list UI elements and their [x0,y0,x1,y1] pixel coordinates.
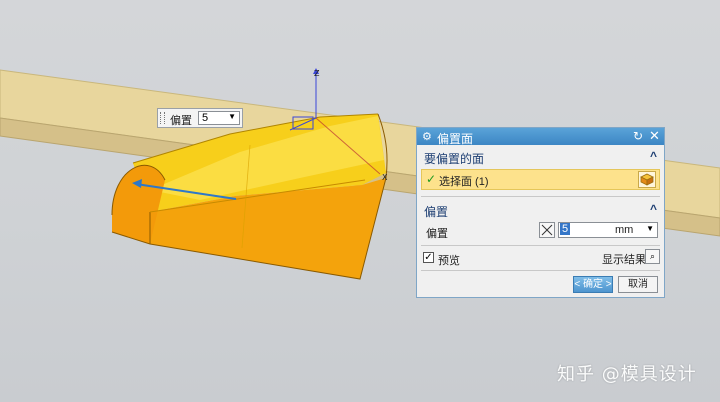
axis-z-label: Z [314,69,320,78]
section-faces-title: 要偏置的面 [424,152,485,166]
divider [421,196,660,197]
chevron-down-icon: ▼ [228,112,236,121]
checkmark-icon: ✓ [426,172,437,186]
offset-value: 5 [560,223,571,235]
dimension-options-icon[interactable] [539,222,555,238]
chevron-down-icon[interactable]: ▼ [646,224,654,233]
ok-button[interactable]: < 确定 > [573,276,613,293]
offset-label: 偏置 [426,228,448,240]
axis-x-label: X [382,173,388,182]
select-face-label: 选择面 (1) [439,176,489,188]
select-face-row[interactable]: ✓ 选择面 (1) [421,169,660,190]
section-offset-header[interactable]: 偏置 ^ [417,201,664,219]
floating-offset-label: 偏置 [170,115,192,127]
show-result-magnifier-icon[interactable]: ⌕ [645,249,660,264]
show-result-label: 显示结果 [602,254,646,266]
floating-offset-input: 偏置 5 ▼ [157,108,243,128]
close-icon[interactable]: ✕ [649,128,660,144]
watermark-text: 知乎 @模具设计 [557,364,697,385]
face-select-icon[interactable] [638,171,656,188]
chevron-up-icon[interactable]: ^ [650,202,657,216]
chevron-up-icon[interactable]: ^ [650,149,657,163]
divider [421,245,660,246]
dialog-title: 偏置面 [437,132,474,146]
cancel-button[interactable]: 取消 [618,276,658,293]
divider [421,270,660,271]
offset-face-dialog: ⚙ 偏置面 ↻ ✕ 要偏置的面 ^ ✓ 选择面 (1) 偏置 ^ 偏置 5 mm [416,127,665,298]
reset-icon[interactable]: ↻ [633,129,643,143]
floating-offset-value: 5 [202,112,209,124]
section-faces-header[interactable]: 要偏置的面 ^ [417,148,664,166]
offset-unit: mm [615,224,634,236]
offset-value-input[interactable]: 5 mm ▼ [558,222,658,238]
preview-checkbox[interactable]: ✓ [423,252,434,263]
gear-icon: ⚙ [422,131,432,143]
section-offset-title: 偏置 [424,205,449,219]
dialog-title-bar[interactable]: ⚙ 偏置面 ↻ ✕ [417,128,664,146]
drag-handle-icon[interactable] [160,112,165,124]
floating-offset-select[interactable]: 5 ▼ [198,111,240,125]
preview-label: 预览 [438,255,460,267]
